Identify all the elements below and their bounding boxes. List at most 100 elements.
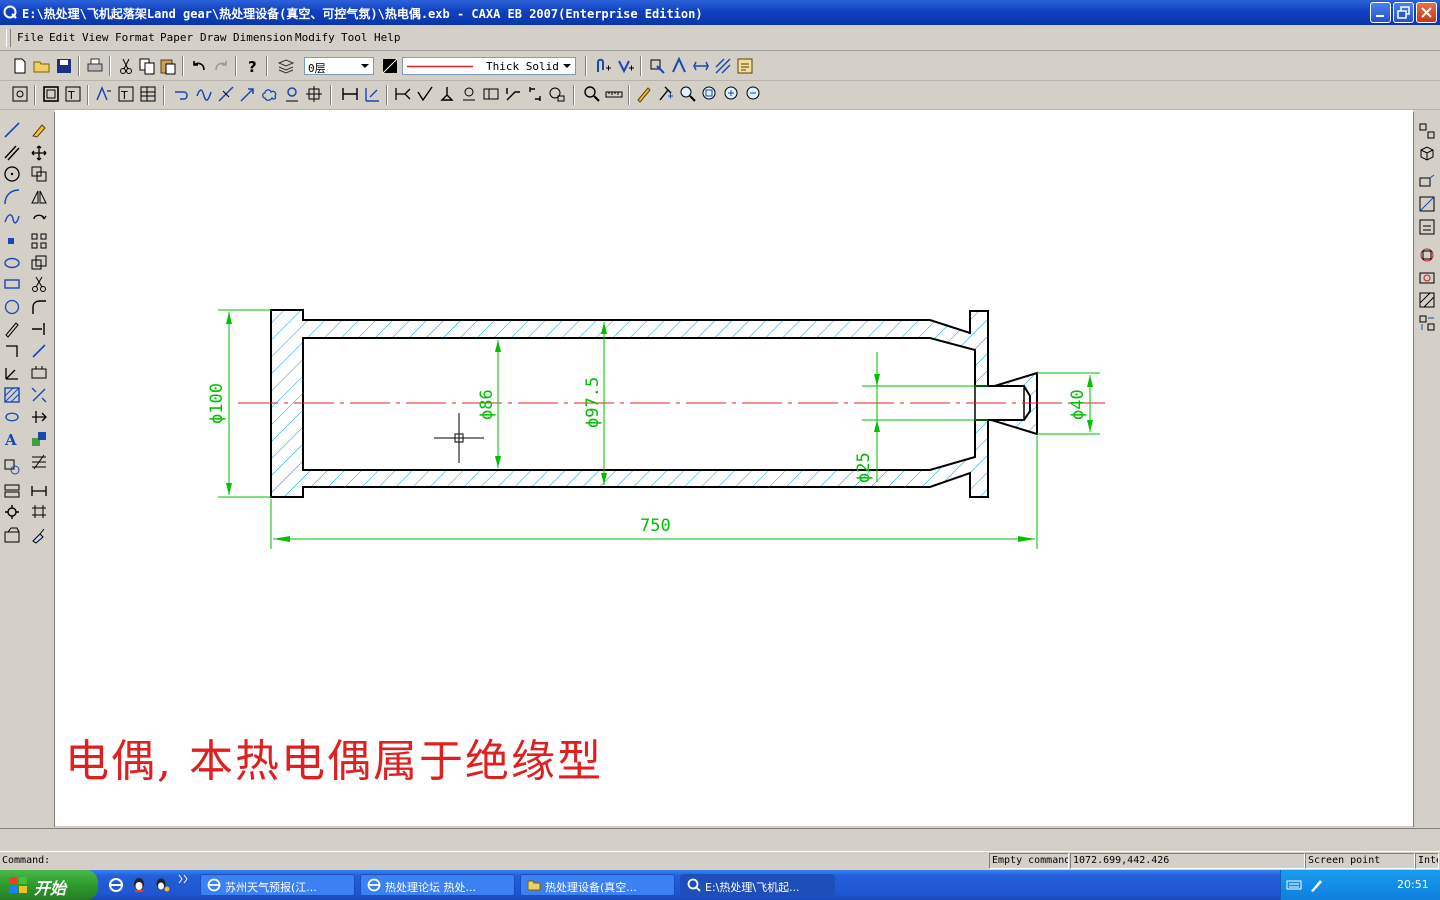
hatch-view-icon[interactable]	[1418, 291, 1436, 309]
chevron-right-icon[interactable]	[178, 874, 190, 884]
dim-break-icon[interactable]	[30, 503, 48, 521]
snap-vector-icon[interactable]	[616, 56, 636, 76]
paste-icon[interactable]	[158, 56, 178, 76]
menu-tool[interactable]: Tool	[341, 31, 368, 44]
bom-icon[interactable]: T	[116, 84, 136, 104]
close-button[interactable]	[1416, 2, 1437, 23]
arrow-draw-icon[interactable]	[238, 84, 258, 104]
section-view-icon[interactable]	[1418, 195, 1436, 213]
copy-selection-icon[interactable]	[30, 165, 48, 183]
menu-help[interactable]: Help	[374, 31, 401, 44]
menu-file[interactable]: File	[17, 31, 44, 44]
help-icon[interactable]: ?	[242, 56, 262, 76]
cut-icon[interactable]	[116, 56, 136, 76]
weld-icon[interactable]	[459, 84, 479, 104]
menu-view[interactable]: View	[82, 31, 109, 44]
layer-select[interactable]: 0层	[304, 57, 374, 75]
detail-circle-icon[interactable]	[1418, 246, 1436, 264]
ellipse-icon[interactable]	[3, 254, 21, 272]
copy-icon[interactable]	[137, 56, 157, 76]
dynamic-pan-icon[interactable]	[656, 84, 676, 104]
pan-icon[interactable]	[634, 84, 654, 104]
clean-icon[interactable]	[30, 526, 48, 544]
array-icon[interactable]	[30, 232, 48, 250]
menu-paper[interactable]: Paper	[160, 31, 193, 44]
break-view-icon[interactable]	[1418, 269, 1436, 287]
partial-view-icon[interactable]	[1418, 218, 1436, 236]
view-manage-icon[interactable]	[1418, 122, 1436, 140]
arc-icon[interactable]	[3, 188, 21, 206]
zoom-dynamic-icon[interactable]	[678, 84, 698, 104]
projection-icon[interactable]	[1418, 172, 1436, 190]
line-icon[interactable]	[3, 121, 21, 139]
move-icon[interactable]	[30, 144, 48, 162]
start-button[interactable]: 开始	[0, 870, 98, 900]
block-icon[interactable]	[647, 56, 667, 76]
measure-icon[interactable]	[604, 84, 624, 104]
ole-object-icon[interactable]	[3, 526, 21, 544]
query-icon[interactable]	[582, 84, 602, 104]
new-file-icon[interactable]	[10, 56, 30, 76]
hatch-icon[interactable]	[3, 386, 21, 404]
3d-view-icon[interactable]	[1418, 144, 1436, 162]
open-folder-icon[interactable]	[32, 56, 52, 76]
pencil-icon[interactable]	[3, 320, 21, 338]
rotate-icon[interactable]	[30, 210, 48, 228]
pen-icon[interactable]	[1308, 877, 1324, 893]
command-input[interactable]	[60, 853, 985, 869]
section-mark-icon[interactable]	[525, 84, 545, 104]
linetype-select[interactable]: Thick Solid	[402, 57, 576, 75]
wave-icon[interactable]	[194, 84, 214, 104]
break-icon[interactable]	[216, 84, 236, 104]
datum-icon[interactable]	[437, 84, 457, 104]
fill-icon[interactable]	[3, 408, 21, 426]
qq-group-icon[interactable]	[154, 877, 170, 893]
regen-icon[interactable]	[10, 84, 30, 104]
coordinate-dim-icon[interactable]	[362, 84, 382, 104]
circle-icon[interactable]	[3, 165, 21, 183]
ie-icon[interactable]	[108, 877, 124, 893]
task-button-folder[interactable]: 热处理设备(真空...	[520, 874, 675, 896]
view-align-icon[interactable]	[1418, 314, 1436, 332]
snap-mode-value[interactable]: Intel	[1415, 853, 1439, 869]
lengthen-icon[interactable]	[30, 408, 48, 426]
zoom-all-icon[interactable]	[722, 84, 742, 104]
leader-icon[interactable]	[503, 84, 523, 104]
properties-icon[interactable]	[735, 56, 755, 76]
rectangle-icon[interactable]	[3, 275, 21, 293]
drawing-canvas[interactable]: ϕ100 ϕ86 ϕ97.5 ϕ25 ϕ40 750 电偶, 本热电偶属于绝缘型	[55, 110, 1413, 826]
text-style-icon[interactable]	[669, 56, 689, 76]
gear-icon[interactable]	[3, 503, 21, 521]
mirror-icon[interactable]	[30, 188, 48, 206]
layer-icon[interactable]	[276, 56, 296, 76]
cloud-icon[interactable]	[260, 84, 280, 104]
stretch-icon[interactable]	[30, 342, 48, 360]
table-icon[interactable]	[138, 84, 158, 104]
menu-format[interactable]: Format	[115, 31, 155, 44]
hatch-style-icon[interactable]	[713, 56, 733, 76]
frame-icon[interactable]	[41, 84, 61, 104]
hatch-edit-icon[interactable]	[30, 453, 48, 471]
point-icon[interactable]	[3, 232, 21, 250]
print-icon[interactable]	[85, 56, 105, 76]
library-icon[interactable]	[3, 482, 21, 500]
hole-icon[interactable]	[282, 84, 302, 104]
tolerance-icon[interactable]	[481, 84, 501, 104]
format-brush-icon[interactable]	[30, 430, 48, 448]
minimize-button[interactable]	[1370, 2, 1391, 23]
center-mark-icon[interactable]	[304, 84, 324, 104]
color-icon[interactable]	[380, 56, 400, 76]
keyboard-icon[interactable]	[1286, 877, 1302, 893]
polygon-icon[interactable]	[3, 298, 21, 316]
task-button-weather[interactable]: 苏州天气预报(江...	[200, 874, 355, 896]
restore-button[interactable]	[1393, 2, 1414, 23]
extend-icon[interactable]	[30, 320, 48, 338]
zoom-previous-icon[interactable]	[744, 84, 764, 104]
menu-modify[interactable]: Modify	[295, 31, 335, 44]
break-point-icon[interactable]	[30, 364, 48, 382]
roughness-icon[interactable]	[415, 84, 435, 104]
text-icon[interactable]: A	[3, 430, 21, 448]
snap-mode[interactable]: Screen point	[1305, 853, 1415, 869]
part-number-icon[interactable]	[94, 84, 114, 104]
fillet-icon[interactable]	[30, 298, 48, 316]
